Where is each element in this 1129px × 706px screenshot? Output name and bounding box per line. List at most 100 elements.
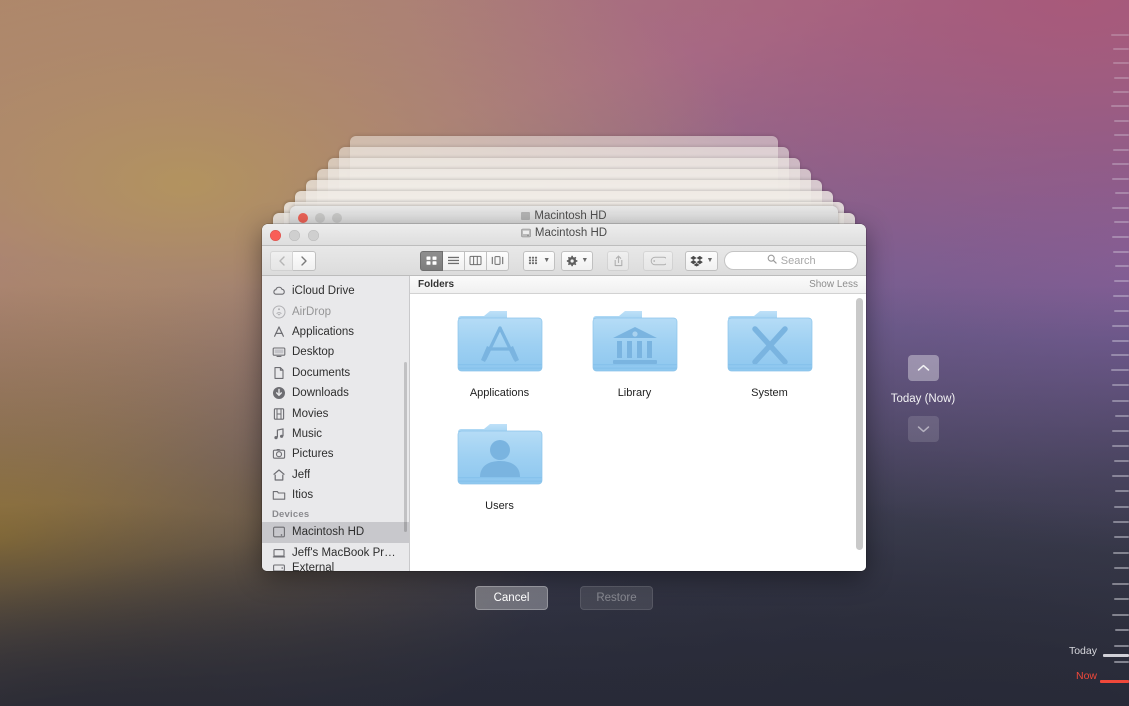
applications-folder-icon[interactable]	[452, 308, 548, 382]
system-folder-icon[interactable]	[722, 308, 818, 382]
timeline-tick[interactable]	[1115, 415, 1129, 417]
sidebar-item-pictures[interactable]: Pictures	[262, 444, 409, 464]
timeline-tick[interactable]	[1112, 400, 1129, 402]
timeline-tick[interactable]	[1111, 369, 1129, 371]
content-scrollbar[interactable]	[856, 298, 863, 550]
folder-item[interactable]: Library	[567, 308, 702, 399]
sidebar-item-downloads[interactable]: Downloads	[262, 383, 409, 403]
timeline-tick[interactable]	[1115, 192, 1129, 194]
timeline-tick-today[interactable]	[1103, 654, 1129, 657]
folder-item[interactable]: Users	[432, 421, 567, 512]
timeline-tick[interactable]	[1114, 661, 1129, 663]
folder-item[interactable]: System	[702, 308, 837, 399]
sidebar-item-documents[interactable]: Documents	[262, 363, 409, 383]
timeline-tick[interactable]	[1111, 105, 1129, 107]
timeline-tick[interactable]	[1114, 134, 1129, 136]
timeline-tick[interactable]	[1112, 325, 1129, 327]
file-grid[interactable]: Applications Library System Users	[410, 294, 866, 571]
timeline-tick[interactable]	[1114, 120, 1129, 122]
view-mode-buttons[interactable]	[420, 251, 509, 271]
sidebar-item-itios[interactable]: Itios	[262, 485, 409, 505]
timeline-tick[interactable]	[1111, 354, 1129, 356]
timeline-tick[interactable]	[1112, 445, 1129, 447]
back-button[interactable]	[270, 251, 293, 271]
timeline-tick[interactable]	[1112, 614, 1129, 616]
list-view-button[interactable]	[443, 251, 465, 271]
sidebar-scrollbar[interactable]	[404, 362, 407, 532]
cancel-button[interactable]: Cancel	[475, 586, 548, 610]
timeline-tick[interactable]	[1114, 280, 1129, 282]
folder-item[interactable]: Applications	[432, 308, 567, 399]
timeline-tick[interactable]	[1114, 536, 1129, 538]
tag-button[interactable]	[643, 251, 673, 271]
timeline-tick[interactable]	[1114, 598, 1129, 600]
restore-button[interactable]: Restore	[580, 586, 653, 610]
sidebar-item-applications[interactable]: Applications	[262, 322, 409, 342]
timeline-tick[interactable]	[1115, 490, 1129, 492]
timeline-tick[interactable]	[1113, 521, 1129, 523]
sidebar-item-jeff[interactable]: Jeff	[262, 465, 409, 485]
users-folder-icon[interactable]	[452, 421, 548, 495]
timeline-tick[interactable]	[1113, 48, 1129, 50]
timeline-tick[interactable]	[1113, 149, 1129, 151]
timeline-tick[interactable]	[1112, 236, 1129, 238]
column-view-button[interactable]	[465, 251, 487, 271]
sidebar-favorites[interactable]: iCloud Drive AirDrop Applications Desktop Do…	[262, 281, 409, 505]
sidebar-item-airdrop[interactable]: AirDrop	[262, 301, 409, 321]
show-less-link[interactable]: Show Less	[809, 279, 858, 290]
timeline-tick[interactable]	[1114, 460, 1129, 462]
forward-button[interactable]	[293, 251, 316, 271]
date-navigator[interactable]: Today (Now)	[878, 355, 968, 442]
timeline-tick[interactable]	[1112, 430, 1129, 432]
timeline-tick[interactable]	[1114, 645, 1129, 647]
chevron-down-icon: ▼	[581, 257, 588, 264]
library-folder-icon[interactable]	[587, 308, 683, 382]
navigation-buttons[interactable]	[270, 251, 316, 271]
sidebar-item-music[interactable]: Music	[262, 424, 409, 444]
dropbox-button[interactable]: ▼	[685, 251, 718, 271]
timeline-tick[interactable]	[1111, 34, 1129, 36]
timeline-tick[interactable]	[1114, 221, 1129, 223]
previous-backup-button[interactable]	[908, 355, 939, 381]
timeline-tick[interactable]	[1113, 91, 1129, 93]
timeline-tick[interactable]	[1113, 251, 1129, 253]
icon-view-button[interactable]	[420, 251, 443, 271]
action-bar[interactable]: Cancel Restore	[262, 586, 866, 610]
timeline-tick[interactable]	[1115, 629, 1129, 631]
sidebar-item-macintosh-hd[interactable]: Macintosh HD	[262, 522, 409, 542]
timeline-tick[interactable]	[1112, 207, 1129, 209]
timeline-tick[interactable]	[1112, 340, 1129, 342]
timeline-tick[interactable]	[1113, 62, 1129, 64]
timeline-tick[interactable]	[1114, 77, 1129, 79]
timeline-tick[interactable]	[1114, 567, 1129, 569]
sidebar-item-external[interactable]: External	[262, 563, 409, 571]
music-icon	[272, 427, 286, 441]
share-button[interactable]	[607, 251, 629, 271]
timeline-tick[interactable]	[1115, 265, 1129, 267]
timeline-tick[interactable]	[1114, 310, 1129, 312]
arrange-button[interactable]: ▼	[523, 251, 555, 271]
window-titlebar[interactable]: Macintosh HD	[262, 224, 866, 246]
next-backup-button[interactable]	[908, 416, 939, 442]
sidebar-devices[interactable]: Macintosh HD Jeff's MacBook Pr… External	[262, 522, 409, 571]
timeline-tick[interactable]	[1112, 178, 1129, 180]
coverflow-view-button[interactable]	[487, 251, 509, 271]
finder-window[interactable]: Macintosh HD ▼ ▼ ▼ Search iCloud Drive A…	[262, 224, 866, 571]
sidebar-item-desktop[interactable]: Desktop	[262, 342, 409, 362]
search-field[interactable]: Search	[724, 251, 858, 270]
backup-timeline[interactable]: Today Now	[1100, 0, 1129, 706]
timeline-tick[interactable]	[1112, 384, 1129, 386]
timeline-tick[interactable]	[1113, 552, 1129, 554]
timeline-tick-now[interactable]	[1100, 680, 1129, 683]
action-menu-button[interactable]: ▼	[561, 251, 593, 271]
finder-sidebar[interactable]: iCloud Drive AirDrop Applications Desktop Do…	[262, 276, 410, 571]
timeline-tick[interactable]	[1112, 475, 1129, 477]
timeline-tick[interactable]	[1114, 506, 1129, 508]
timeline-tick[interactable]	[1113, 295, 1129, 297]
timeline-now-label: Now	[1076, 670, 1097, 682]
finder-toolbar[interactable]: ▼ ▼ ▼ Search	[262, 246, 866, 276]
sidebar-item-movies[interactable]: Movies	[262, 403, 409, 423]
timeline-tick[interactable]	[1112, 583, 1129, 585]
sidebar-item-icloud-drive[interactable]: iCloud Drive	[262, 281, 409, 301]
timeline-tick[interactable]	[1112, 163, 1129, 165]
